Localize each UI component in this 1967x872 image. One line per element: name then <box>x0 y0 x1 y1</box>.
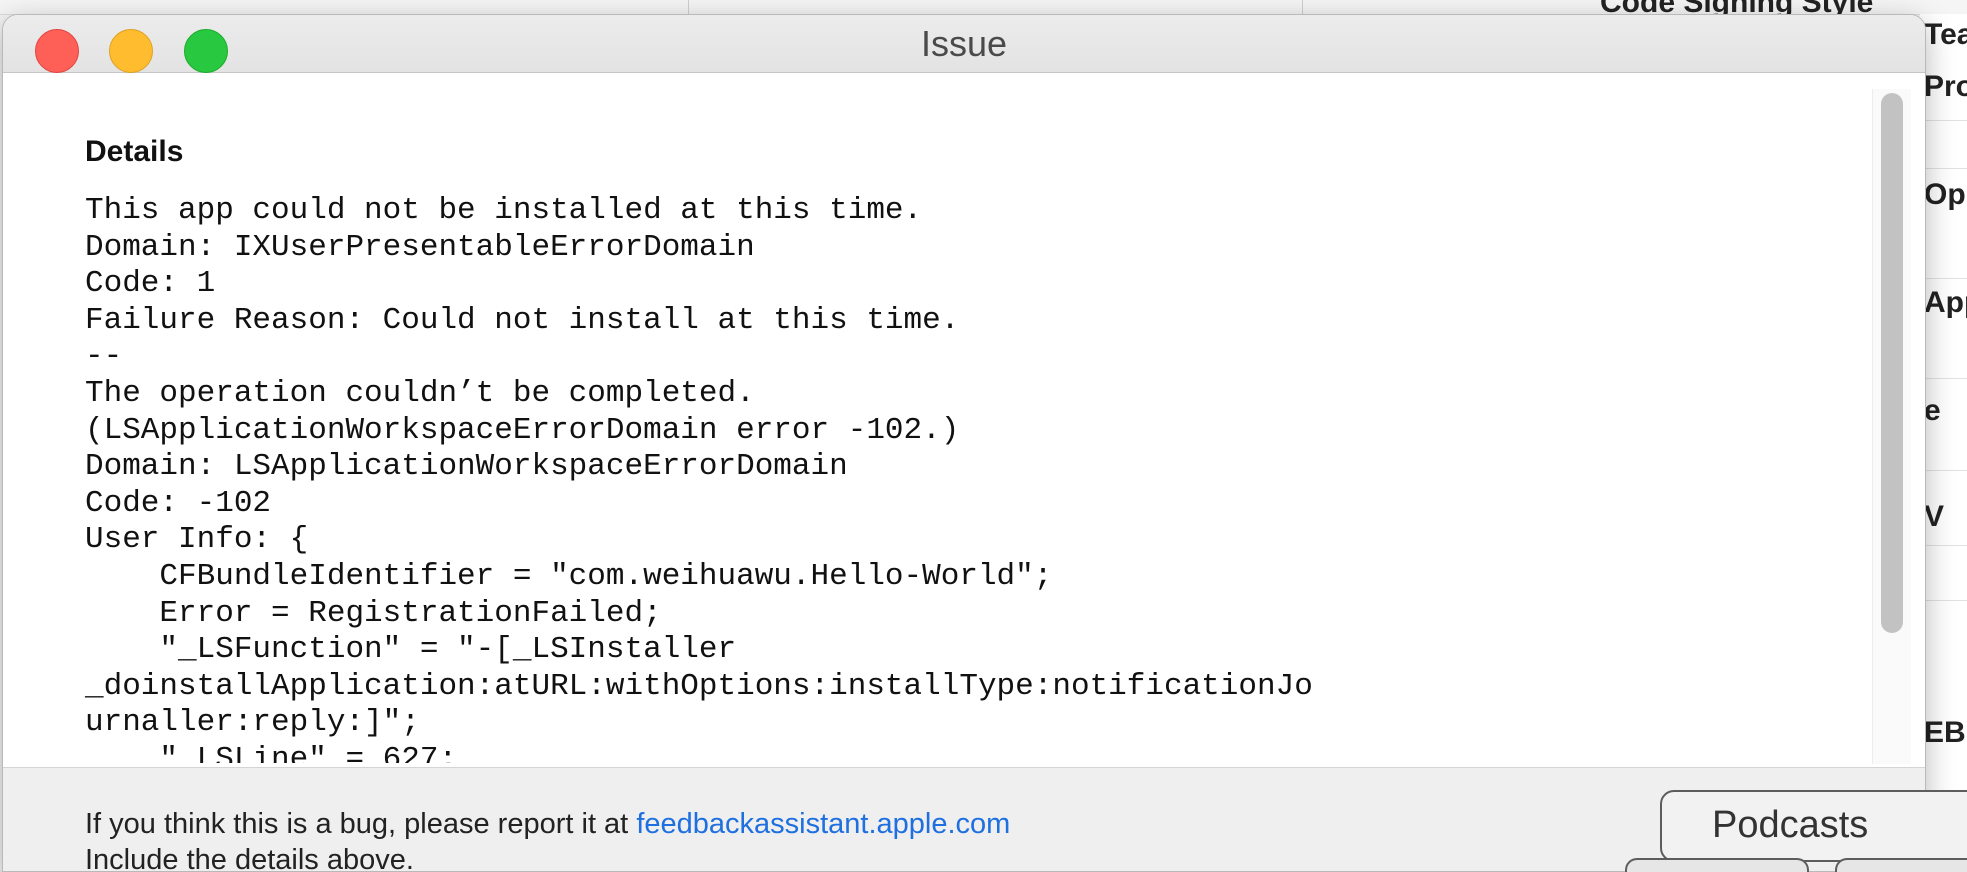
window-title: Issue <box>920 23 1008 64</box>
details-scroll-area[interactable]: Details This app could not be installed … <box>3 73 1869 763</box>
background-cell: V <box>1924 500 1945 533</box>
background-row-divider <box>1920 545 1967 546</box>
background-row-divider <box>1920 600 1967 601</box>
background-row-divider <box>1920 378 1967 379</box>
background-cell: Team <box>1924 18 1967 51</box>
bug-report-prefix: If you think this is a bug, please repor… <box>85 808 637 840</box>
details-text: This app could not be installed at this … <box>85 193 1313 763</box>
background-row-divider <box>1920 278 1967 279</box>
details-heading: Details <box>85 135 184 168</box>
background-cell: e <box>1924 394 1941 427</box>
bug-report-text: If you think this is a bug, please repor… <box>85 808 1010 841</box>
background-cell: EB <box>1924 716 1966 749</box>
background-cell: Op <box>1924 178 1966 211</box>
feedback-assistant-link[interactable]: feedbackassistant.apple.com <box>636 808 1010 840</box>
column-divider <box>688 0 689 14</box>
background-row-divider <box>1920 470 1967 471</box>
podcasts-tooltip-label: Podcasts <box>1712 804 1869 846</box>
scrollbar-thumb[interactable] <box>1881 93 1903 633</box>
footer: If you think this is a bug, please repor… <box>3 767 1925 872</box>
column-divider <box>1302 0 1303 14</box>
include-details-text: Include the details above. <box>85 844 414 872</box>
vertical-scrollbar[interactable] <box>1872 89 1911 764</box>
podcasts-tooltip: Podcasts <box>1660 790 1967 862</box>
title-bar[interactable]: Issue <box>3 15 1925 73</box>
background-row-divider <box>1920 120 1967 121</box>
background-header: Code Signing Style <box>0 0 1967 19</box>
background-cell: App <box>1924 286 1967 319</box>
background-cell: Profile <box>1924 70 1967 103</box>
background-row-divider <box>1920 168 1967 169</box>
issue-window: Issue Details This app could not be inst… <box>2 14 1926 872</box>
